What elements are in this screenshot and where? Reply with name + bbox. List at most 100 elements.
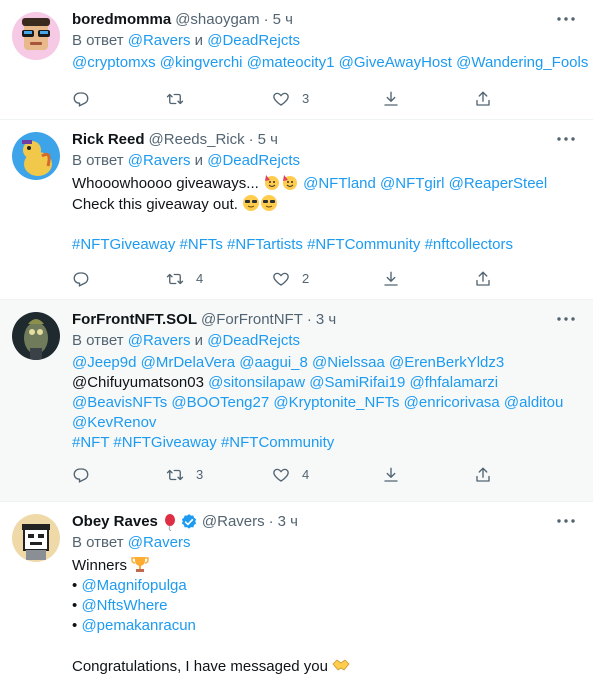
winners-label: Winners (72, 557, 128, 574)
winner-link[interactable]: @NftsWhere (81, 597, 167, 614)
and-word: и (194, 152, 204, 169)
retweet-button[interactable]: 4 (166, 269, 272, 289)
avatar[interactable] (12, 312, 60, 360)
mention-link[interactable]: @BOOTeng27 (171, 394, 269, 411)
mention-link[interactable]: @NFTgirl (380, 175, 444, 192)
reply-mention[interactable]: @DeadRejcts (207, 152, 300, 169)
save-button[interactable] (382, 466, 474, 484)
hashtag-link[interactable]: #NFTCommunity (221, 434, 334, 451)
author-name[interactable]: boredmomma (72, 10, 171, 30)
avatar[interactable] (12, 132, 60, 180)
reply-mention[interactable]: @Ravers (128, 332, 191, 349)
reply-prefix: В ответ (72, 32, 124, 49)
tweet-rick-reed[interactable]: Rick Reed @Reeds_Rick · 5 ч В ответ @Rav… (0, 120, 593, 300)
reply-button[interactable] (72, 270, 166, 288)
hashtag-link[interactable]: #NFTartists (227, 236, 303, 253)
reply-mention[interactable]: @Ravers (128, 32, 191, 49)
like-button[interactable]: 3 (272, 89, 382, 109)
mention-link[interactable]: @BeavisNFTs (72, 394, 167, 411)
author-name[interactable]: Obey Raves (72, 512, 158, 532)
timestamp[interactable]: 3 ч (278, 512, 298, 532)
timestamp[interactable]: 5 ч (258, 130, 278, 150)
mention-link[interactable]: @NFTland (303, 175, 376, 192)
retweet-button[interactable] (166, 90, 272, 108)
winner-link[interactable]: @Magnifopulga (81, 577, 186, 594)
retweet-icon (166, 93, 184, 105)
hashtag-link[interactable]: #nftcollectors (425, 236, 513, 253)
sunglasses-face-icon (243, 195, 260, 211)
reply-button[interactable] (72, 90, 166, 108)
hashtag-link[interactable]: #NFTCommunity (307, 236, 420, 253)
mention-link[interactable]: @GiveAwayHost (339, 54, 452, 71)
author-handle[interactable]: @ForFrontNFT (201, 310, 303, 330)
mention-link[interactable]: @Jeep9d (72, 354, 136, 371)
mention-link[interactable]: @kingverchi (160, 54, 243, 71)
sunglasses-face-icon (261, 195, 278, 211)
reply-mention[interactable]: @Ravers (128, 534, 191, 551)
reply-prefix: В ответ (72, 152, 124, 169)
party-face-icon (264, 175, 279, 190)
share-icon (476, 271, 490, 286)
winner-link[interactable]: @pemakanracun (81, 617, 195, 634)
mention-link[interactable]: @KevRenov (72, 414, 156, 431)
reply-button[interactable] (72, 466, 166, 484)
reply-icon (73, 92, 89, 107)
tweet-boredmomma[interactable]: boredmomma @shaoygam · 5 ч В ответ @Rave… (0, 0, 593, 120)
author-handle[interactable]: @Ravers (202, 512, 265, 532)
mention-link[interactable]: @ErenBerkYldz3 (389, 354, 504, 371)
reply-mention[interactable]: @DeadRejcts (207, 32, 300, 49)
like-button[interactable]: 2 (272, 269, 382, 289)
retweet-button[interactable]: 3 (166, 465, 272, 485)
like-icon (273, 468, 289, 482)
mention-link[interactable]: @enricorivasa (404, 394, 500, 411)
more-icon[interactable] (555, 128, 577, 150)
and-word: и (194, 32, 204, 49)
timestamp[interactable]: 3 ч (316, 310, 336, 330)
reply-context: В ответ @Ravers и @DeadRejcts (72, 31, 577, 51)
share-button[interactable] (474, 270, 492, 288)
mention-link[interactable]: @alditou (504, 394, 563, 411)
mention-link[interactable]: @fhfalamarzi (410, 374, 499, 391)
author-name[interactable]: ForFrontNFT.SOL (72, 310, 197, 330)
text-line: Whooowhoooo giveaways... (72, 175, 259, 192)
avatar[interactable] (12, 12, 60, 60)
more-icon[interactable] (555, 8, 577, 30)
save-icon (384, 91, 398, 106)
hashtag-link[interactable]: #NFTGiveaway (72, 236, 175, 253)
save-button[interactable] (382, 90, 474, 108)
mention-link[interactable]: @Wandering_Fools (456, 54, 588, 71)
tweet-forfrontnft[interactable]: ForFrontNFT.SOL @ForFrontNFT · 3 ч В отв… (0, 300, 593, 502)
mention-link[interactable]: @MrDelaVera (141, 354, 235, 371)
mention-link[interactable]: @mateocity1 (247, 54, 335, 71)
share-button[interactable] (474, 90, 492, 108)
author-name[interactable]: Rick Reed (72, 130, 145, 150)
separator-dot: · (263, 11, 269, 28)
author-handle[interactable]: @Reeds_Rick (149, 130, 245, 150)
mention-link[interactable]: @ReaperSteel (449, 175, 548, 192)
mention-link[interactable]: @SamiRifai19 (309, 374, 405, 391)
like-button[interactable]: 4 (272, 465, 382, 485)
reply-context: В ответ @Ravers и @DeadRejcts (72, 331, 577, 351)
action-bar: 3 (72, 79, 577, 119)
more-icon[interactable] (555, 308, 577, 330)
tweet-obey-raves[interactable]: Obey Raves @Ravers · 3 ч В ответ @Ravers… (0, 502, 593, 683)
more-icon[interactable] (555, 510, 577, 532)
save-icon (384, 467, 398, 482)
hashtag-link[interactable]: #NFTGiveaway (113, 434, 216, 451)
reply-mention[interactable]: @DeadRejcts (207, 332, 300, 349)
avatar[interactable] (12, 514, 60, 562)
mention-link[interactable]: @cryptomxs (72, 54, 156, 71)
mention-link[interactable]: @Kryptonite_NFTs (273, 394, 399, 411)
like-icon (273, 272, 289, 286)
mention-plain[interactable]: @Chifuyumatson03 (72, 374, 204, 391)
share-button[interactable] (474, 466, 492, 484)
hashtag-link[interactable]: #NFTs (180, 236, 223, 253)
hashtag-link[interactable]: #NFT (72, 434, 109, 451)
mention-link[interactable]: @aagui_8 (239, 354, 308, 371)
timestamp[interactable]: 5 ч (273, 10, 293, 30)
mention-link[interactable]: @Nielssaa (312, 354, 385, 371)
reply-mention[interactable]: @Ravers (128, 152, 191, 169)
author-handle[interactable]: @shaoygam (175, 10, 259, 30)
save-button[interactable] (382, 270, 474, 288)
mention-link[interactable]: @sitonsilapaw (208, 374, 305, 391)
